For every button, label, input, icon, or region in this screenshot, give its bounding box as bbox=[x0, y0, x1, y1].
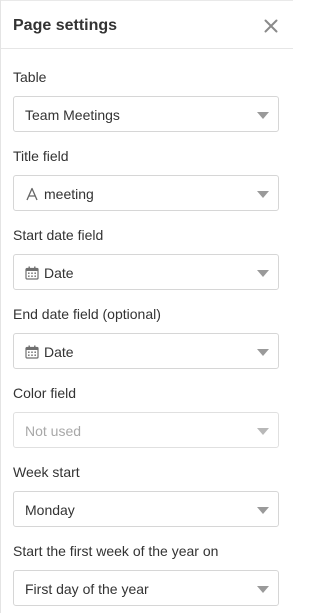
start-date-value: Date bbox=[44, 265, 74, 281]
calendar-icon bbox=[25, 266, 39, 280]
chevron-down-icon bbox=[257, 428, 269, 435]
first-week-label: Start the first week of the year on bbox=[13, 543, 219, 559]
first-week-select[interactable]: First day of the year bbox=[13, 570, 279, 606]
first-week-value: First day of the year bbox=[25, 581, 149, 597]
week-start-value: Monday bbox=[25, 502, 75, 518]
chevron-down-icon bbox=[257, 507, 269, 514]
end-date-select[interactable]: Date bbox=[13, 333, 279, 369]
color-field-placeholder: Not used bbox=[25, 423, 82, 439]
calendar-icon bbox=[25, 345, 39, 359]
page-title: Page settings bbox=[13, 17, 118, 34]
week-start-label: Week start bbox=[13, 464, 80, 480]
title-field-select[interactable]: meeting bbox=[13, 175, 279, 211]
chevron-down-icon bbox=[257, 270, 269, 277]
page-settings-panel: Page settings Table Team Meetings Title … bbox=[0, 0, 293, 613]
title-field-label: Title field bbox=[13, 148, 69, 164]
chevron-down-icon bbox=[257, 112, 269, 119]
title-field-value: meeting bbox=[44, 186, 94, 202]
text-field-icon bbox=[25, 187, 39, 201]
end-date-value: Date bbox=[44, 344, 74, 360]
table-select-value: Team Meetings bbox=[25, 107, 120, 123]
color-field-label: Color field bbox=[13, 385, 77, 401]
panel-header: Page settings bbox=[1, 1, 293, 49]
table-select[interactable]: Team Meetings bbox=[13, 96, 279, 132]
close-button[interactable] bbox=[260, 15, 282, 37]
start-date-select[interactable]: Date bbox=[13, 254, 279, 290]
table-label: Table bbox=[13, 69, 47, 85]
chevron-down-icon bbox=[257, 191, 269, 198]
week-start-select[interactable]: Monday bbox=[13, 491, 279, 527]
close-icon bbox=[264, 19, 278, 33]
chevron-down-icon bbox=[257, 586, 269, 593]
end-date-label: End date field (optional) bbox=[13, 306, 161, 322]
start-date-label: Start date field bbox=[13, 227, 104, 243]
color-field-select[interactable]: Not used bbox=[13, 412, 279, 448]
chevron-down-icon bbox=[257, 349, 269, 356]
